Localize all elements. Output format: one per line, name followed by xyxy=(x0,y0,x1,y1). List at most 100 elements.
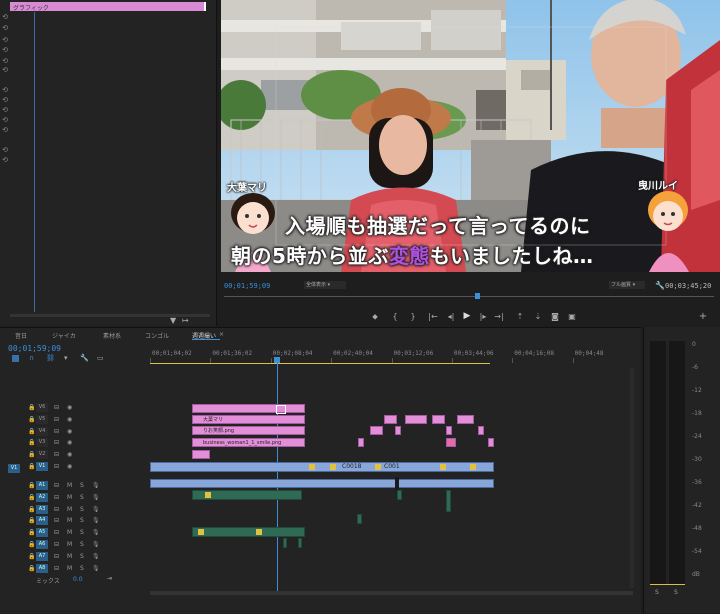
quality-select[interactable]: フル画質 ▾ xyxy=(609,281,645,289)
v2-clip[interactable] xyxy=(192,450,210,459)
v6-clip-keyframe[interactable] xyxy=(276,405,286,414)
timeline-tab-3[interactable]: 素材系 xyxy=(103,331,121,340)
mute-button[interactable]: M xyxy=(67,529,72,536)
v4-clip-small[interactable] xyxy=(478,426,484,435)
track-target-a5[interactable]: A5 xyxy=(36,528,48,538)
track-lock-icon[interactable]: 🔒 xyxy=(28,439,35,446)
v3-clip-small[interactable] xyxy=(358,438,364,447)
reset-icon[interactable]: ⟲ xyxy=(0,116,10,124)
filter-icon[interactable]: ▼ xyxy=(170,316,176,325)
v5-clip-small[interactable] xyxy=(432,415,445,424)
v4-clip-small[interactable] xyxy=(395,426,401,435)
solo-button[interactable]: S xyxy=(80,565,84,572)
wrench-icon[interactable]: 🔧 xyxy=(655,281,665,290)
mix-value[interactable]: 0.0 xyxy=(73,576,83,583)
sync-lock-icon[interactable]: ⊟ xyxy=(54,463,59,470)
snap-icon[interactable]: ∩ xyxy=(29,354,34,362)
solo-left-button[interactable]: S xyxy=(655,589,659,596)
wrench-icon[interactable]: 🔧 xyxy=(80,354,89,362)
track-target-v6[interactable]: V6 xyxy=(36,403,48,412)
mute-button[interactable]: M xyxy=(67,506,72,513)
track-target-v3[interactable]: V3 xyxy=(36,438,48,448)
reset-icon[interactable]: ⟲ xyxy=(0,146,10,154)
track-lock-icon[interactable]: 🔒 xyxy=(28,451,35,458)
reset-icon[interactable]: ⟲ xyxy=(0,126,10,134)
track-lock-icon[interactable]: 🔒 xyxy=(28,529,35,536)
v3-clip-small[interactable] xyxy=(488,438,494,447)
graphic-clip-bar[interactable]: グラフィック xyxy=(10,2,206,12)
microphone-icon[interactable]: 🎙 xyxy=(92,553,100,560)
comparison-view-icon[interactable]: ▣ xyxy=(566,312,578,321)
track-lock-icon[interactable]: 🔒 xyxy=(28,494,35,501)
solo-button[interactable]: S xyxy=(80,529,84,536)
mix-end-icon[interactable]: ⇥ xyxy=(107,575,112,582)
track-lock-icon[interactable]: 🔒 xyxy=(28,506,35,513)
v3-clip[interactable]: business_woman1_1_smile.png xyxy=(192,438,305,447)
add-marker-icon[interactable]: ▾ xyxy=(64,354,68,362)
mark-in-icon[interactable]: { xyxy=(389,312,401,321)
eye-icon[interactable]: ◉ xyxy=(67,428,72,435)
v3-clip-small[interactable] xyxy=(446,438,456,447)
sync-lock-icon[interactable]: ⊟ xyxy=(54,451,59,458)
microphone-icon[interactable]: 🎙 xyxy=(92,494,100,501)
lift-icon[interactable]: ⇡ xyxy=(514,312,526,321)
a6-clip-small[interactable] xyxy=(298,538,302,548)
reset-icon[interactable]: ⟲ xyxy=(0,57,10,65)
solo-button[interactable]: S xyxy=(80,482,84,489)
timeline-timecode[interactable]: 00;01;59;09 xyxy=(8,344,61,353)
sync-lock-icon[interactable]: ⊟ xyxy=(54,517,59,524)
sync-lock-icon[interactable]: ⊟ xyxy=(54,529,59,536)
track-lock-icon[interactable]: 🔒 xyxy=(28,517,35,524)
camera-icon[interactable]: ◙ xyxy=(549,312,561,321)
sync-lock-icon[interactable]: ⊟ xyxy=(54,416,59,423)
a2-clip-small[interactable] xyxy=(397,490,402,500)
reset-icon[interactable]: ⟲ xyxy=(0,106,10,114)
track-target-a1[interactable]: A1 xyxy=(36,481,48,490)
reset-icon[interactable]: ⟲ xyxy=(0,86,10,94)
reset-icon[interactable]: ⟲ xyxy=(0,13,10,21)
add-button-icon[interactable]: + xyxy=(697,311,709,322)
track-target-a2[interactable]: A2 xyxy=(36,492,48,502)
reset-icon[interactable]: ⟲ xyxy=(0,36,10,44)
timeline-vscrollbar[interactable] xyxy=(630,368,634,588)
sync-lock-icon[interactable]: ⊟ xyxy=(54,494,59,501)
sync-lock-icon[interactable]: ⊟ xyxy=(54,506,59,513)
track-target-a6[interactable]: A6 xyxy=(36,540,48,549)
export-icon[interactable]: ↦ xyxy=(182,316,189,325)
reset-icon[interactable]: ⟲ xyxy=(0,96,10,104)
eye-icon[interactable]: ◉ xyxy=(67,416,72,423)
a1-clip-track[interactable] xyxy=(150,479,494,488)
play-icon[interactable]: ▶ xyxy=(461,311,473,321)
eye-icon[interactable]: ◉ xyxy=(67,404,72,411)
track-lock-icon[interactable]: 🔒 xyxy=(28,482,35,489)
reset-icon[interactable]: ⟲ xyxy=(0,156,10,164)
sync-lock-icon[interactable]: ⊟ xyxy=(54,404,59,411)
track-lock-icon[interactable]: 🔒 xyxy=(28,416,35,423)
microphone-icon[interactable]: 🎙 xyxy=(92,517,100,524)
a4-clip-small[interactable] xyxy=(357,514,362,524)
solo-button[interactable]: S xyxy=(80,517,84,524)
ec-scrollbar[interactable] xyxy=(10,314,210,317)
a6-clip-small[interactable] xyxy=(283,538,287,548)
track-lock-icon[interactable]: 🔒 xyxy=(28,541,35,548)
extract-icon[interactable]: ⇣ xyxy=(532,312,544,321)
program-scrub-bar[interactable] xyxy=(224,296,714,297)
captions-icon[interactable]: ▭ xyxy=(97,354,104,362)
timeline-tab-4[interactable]: コンゴル xyxy=(145,331,169,340)
mute-button[interactable]: M xyxy=(67,541,72,548)
solo-button[interactable]: S xyxy=(80,506,84,513)
step-forward-icon[interactable]: |▸ xyxy=(477,312,489,321)
track-lock-icon[interactable]: 🔒 xyxy=(28,404,35,411)
zoom-select[interactable]: 全体表示 ▾ xyxy=(304,281,346,289)
solo-button[interactable]: S xyxy=(80,553,84,560)
time-ruler[interactable]: 00;01;04;02 00;01;36;02 00;02;08;04 00;02;4… xyxy=(150,346,633,364)
sync-lock-icon[interactable]: ⊟ xyxy=(54,565,59,572)
sync-lock-icon[interactable]: ⊟ xyxy=(54,482,59,489)
track-lock-icon[interactable]: 🔒 xyxy=(28,463,35,470)
add-marker-icon[interactable]: ⬥ xyxy=(369,312,381,322)
v4-clip-small[interactable] xyxy=(446,426,452,435)
v5-clip-small[interactable] xyxy=(384,415,397,424)
track-target-a7[interactable]: A7 xyxy=(36,551,48,561)
microphone-icon[interactable]: 🎙 xyxy=(92,482,100,489)
track-target-v1[interactable]: V1 xyxy=(36,462,48,471)
